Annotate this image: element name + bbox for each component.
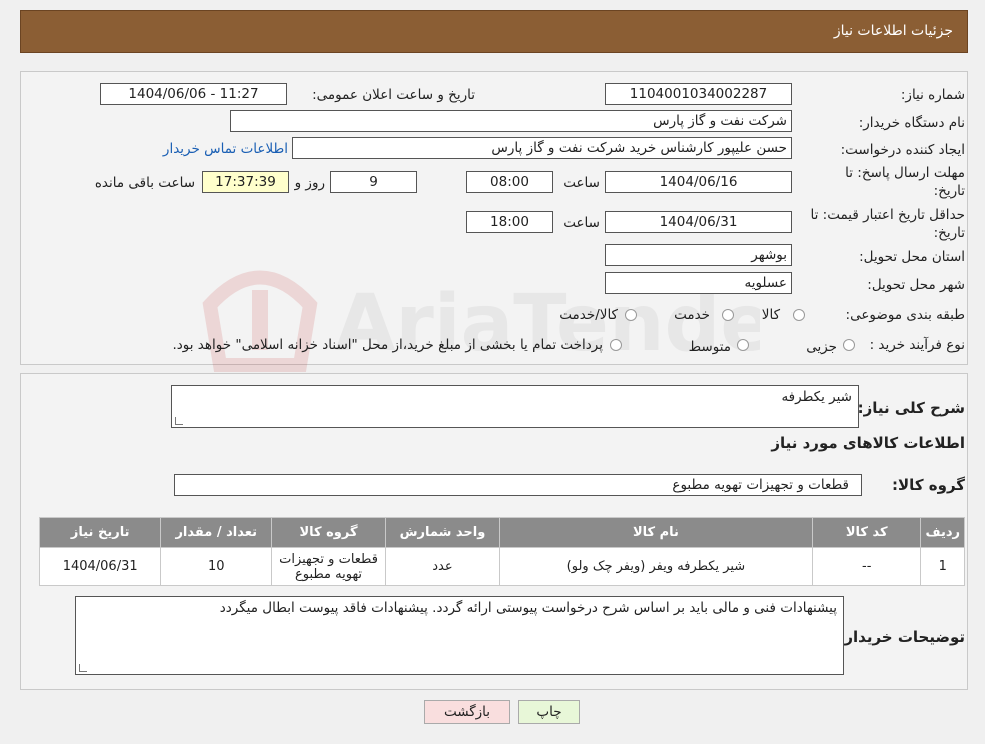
resize-handle-icon[interactable] bbox=[79, 664, 87, 672]
table-row: 1 -- شیر یکطرفه ویفر (ویفر چک ولو) عدد ق… bbox=[38, 547, 965, 586]
city-field: عسلویه bbox=[605, 272, 792, 294]
cell-code: -- bbox=[811, 547, 922, 586]
buyer-notes-textarea[interactable]: پیشنهادات فنی و مالی باید بر اساس شرح در… bbox=[75, 596, 844, 675]
deadline-time-label: ساعت bbox=[563, 175, 600, 191]
cell-row-number: 1 bbox=[920, 547, 965, 586]
col-header-name: نام کالا bbox=[498, 517, 813, 548]
resize-handle-icon[interactable] bbox=[175, 417, 183, 425]
remaining-time-field: 17:37:39 bbox=[202, 171, 289, 193]
radio-category-service[interactable] bbox=[722, 309, 734, 321]
cell-name: شیر یکطرفه ویفر (ویفر چک ولو) bbox=[498, 547, 813, 586]
days-label: روز و bbox=[294, 175, 325, 191]
days-field: 9 bbox=[330, 171, 417, 193]
col-header-unit: واحد شمارش bbox=[384, 517, 500, 548]
cell-quantity: 10 bbox=[160, 547, 273, 586]
buyer-notes-label: توضیحات خریدار: bbox=[838, 628, 965, 646]
validity-date-field: 1404/06/31 bbox=[605, 211, 792, 233]
col-header-quantity: تعداد / مقدار bbox=[160, 517, 273, 548]
province-label: استان محل تحویل: bbox=[859, 249, 965, 265]
need-number-label: شماره نیاز: bbox=[900, 87, 965, 103]
radio-process-minor[interactable] bbox=[843, 339, 855, 351]
validity-time-field: 18:00 bbox=[466, 211, 553, 233]
radio-process-medium[interactable] bbox=[737, 339, 749, 351]
category-option-service: خدمت bbox=[674, 307, 710, 323]
back-button[interactable]: بازگشت bbox=[424, 700, 510, 724]
col-header-date: تاریخ نیاز bbox=[38, 517, 162, 548]
deadline-label: مهلت ارسال پاسخ: تا تاریخ: bbox=[845, 165, 965, 199]
buyer-org-field: شرکت نفت و گاز پارس bbox=[230, 110, 792, 132]
items-title: اطلاعات کالاهای مورد نیاز bbox=[771, 434, 965, 452]
radio-process-treasury[interactable] bbox=[610, 339, 622, 351]
cell-group: قطعات و تجهیزات تهویه مطبوع bbox=[271, 547, 386, 586]
group-label: گروه کالا: bbox=[892, 476, 965, 494]
process-option-minor: جزیی bbox=[806, 339, 837, 355]
page-title: جزئیات اطلاعات نیاز bbox=[833, 23, 953, 39]
category-option-both: کالا/خدمت bbox=[559, 307, 618, 323]
province-field: بوشهر bbox=[605, 244, 792, 266]
city-label: شهر محل تحویل: bbox=[867, 277, 965, 293]
process-option-medium: متوسط bbox=[688, 339, 731, 355]
validity-time-label: ساعت bbox=[563, 215, 600, 231]
description-textarea[interactable]: شیر یکطرفه bbox=[171, 385, 859, 428]
deadline-date-field: 1404/06/16 bbox=[605, 171, 792, 193]
announce-label: تاریخ و ساعت اعلان عمومی: bbox=[312, 87, 475, 103]
creator-label: ایجاد کننده درخواست: bbox=[840, 142, 965, 158]
buyer-org-label: نام دستگاه خریدار: bbox=[858, 115, 965, 131]
remaining-label: ساعت باقی مانده bbox=[94, 175, 195, 191]
radio-category-both[interactable] bbox=[625, 309, 637, 321]
need-number-field: 1104001034002287 bbox=[605, 83, 792, 105]
process-note: پرداخت تمام یا بخشی از مبلغ خرید،از محل … bbox=[172, 337, 603, 353]
items-table: ردیف کد کالا نام کالا واحد شمارش گروه کا… bbox=[38, 517, 965, 586]
col-header-group: گروه کالا bbox=[271, 517, 386, 548]
deadline-time-field: 08:00 bbox=[466, 171, 553, 193]
col-header-code: کد کالا bbox=[811, 517, 922, 548]
process-label: نوع فرآیند خرید : bbox=[869, 337, 965, 353]
category-label: طبقه بندی موضوعی: bbox=[845, 307, 965, 323]
category-option-goods: کالا bbox=[761, 307, 780, 323]
description-label: شرح کلی نیاز: bbox=[857, 399, 965, 417]
description-text: شیر یکطرفه bbox=[781, 389, 852, 405]
cell-date: 1404/06/31 bbox=[38, 547, 162, 586]
buyer-contact-link[interactable]: اطلاعات تماس خریدار bbox=[163, 141, 288, 157]
col-header-row-number: ردیف bbox=[920, 517, 965, 548]
validity-label: حداقل تاریخ اعتبار قیمت: تا تاریخ: bbox=[810, 207, 965, 241]
table-header-row: ردیف کد کالا نام کالا واحد شمارش گروه کا… bbox=[38, 517, 965, 548]
buyer-notes-text: پیشنهادات فنی و مالی باید بر اساس شرح در… bbox=[219, 600, 837, 616]
creator-field: حسن علیپور کارشناس خرید شرکت نفت و گاز پ… bbox=[292, 137, 792, 159]
group-field: قطعات و تجهیزات تهویه مطبوع bbox=[174, 474, 862, 496]
page-header: جزئیات اطلاعات نیاز bbox=[20, 10, 968, 53]
announce-field: 1404/06/06 - 11:27 bbox=[100, 83, 287, 105]
radio-category-goods[interactable] bbox=[793, 309, 805, 321]
cell-unit: عدد bbox=[384, 547, 500, 586]
print-button[interactable]: چاپ bbox=[518, 700, 580, 724]
